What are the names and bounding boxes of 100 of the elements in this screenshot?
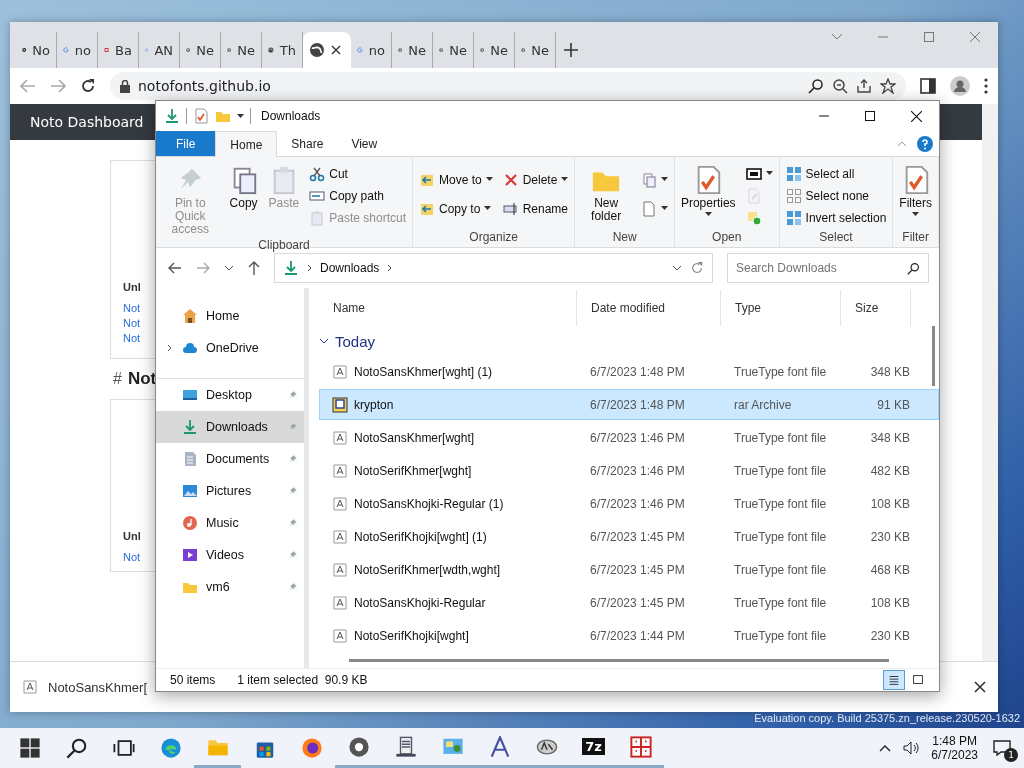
profile-icon[interactable] <box>950 76 970 96</box>
browser-tab[interactable]: Ne <box>474 32 515 68</box>
ribbon-button[interactable]: Rename <box>500 198 571 219</box>
ribbon-button[interactable]: Copy path <box>307 185 408 206</box>
site-brand[interactable]: Noto Dashboard <box>30 114 144 130</box>
browser-tab[interactable]: Ba <box>98 32 139 68</box>
ribbon-button[interactable]: Filters <box>897 163 934 219</box>
close-icon[interactable] <box>910 110 922 122</box>
link[interactable]: Not <box>123 302 141 314</box>
ribbon-tab[interactable]: Home <box>215 131 278 157</box>
nav-item[interactable]: Pictures <box>156 475 304 507</box>
maximize-icon[interactable] <box>865 111 875 121</box>
reload-icon[interactable] <box>80 78 96 94</box>
link[interactable]: Not <box>123 332 141 344</box>
clock[interactable]: 1:48 PM 6/7/2023 <box>931 734 978 762</box>
browser-tab[interactable]: Ne <box>221 32 262 68</box>
browser-tab[interactable] <box>303 32 351 68</box>
help-icon[interactable] <box>917 135 933 152</box>
ribbon-button[interactable]: New folder <box>579 163 633 225</box>
zoom-icon[interactable] <box>832 78 848 94</box>
file-row[interactable]: NotoSerifKhmer[wdth,wght] 6/7/2023 1:45 PM TrueType font file 468 KB <box>319 554 939 585</box>
ribbon-button[interactable]: Copy to <box>417 198 495 219</box>
link[interactable]: Not <box>123 317 141 329</box>
browser-tab[interactable]: Ne <box>180 32 221 68</box>
chevron-down-icon[interactable] <box>224 265 234 271</box>
speaker-icon[interactable] <box>903 741 920 755</box>
chevron-up-icon[interactable] <box>879 744 892 752</box>
file-row[interactable]: krypton 6/7/2023 1:48 PM rar Archive 91 KB <box>319 389 939 420</box>
view-button[interactable] <box>883 670 905 690</box>
star-icon[interactable] <box>880 78 896 94</box>
ribbon-icon <box>640 171 657 188</box>
nav-item[interactable]: Documents <box>156 443 304 475</box>
ribbon-tab[interactable]: Share <box>277 131 338 156</box>
anchor-link[interactable]: # <box>113 370 122 388</box>
ribbon-button[interactable]: Move to <box>417 169 495 190</box>
caret-icon <box>485 177 493 182</box>
nav-item[interactable]: Videos <box>156 539 304 571</box>
search-field[interactable]: Search Downloads <box>727 253 929 283</box>
browser-tab[interactable]: No <box>16 32 57 68</box>
ribbon-button[interactable]: Select none <box>783 185 889 206</box>
browser-tab[interactable]: no <box>351 32 392 68</box>
horizontal-scrollbar[interactable] <box>349 659 889 662</box>
refresh-icon[interactable] <box>690 261 704 275</box>
up-icon[interactable] <box>248 261 260 275</box>
search-icon[interactable] <box>808 78 824 94</box>
browser-tab[interactable]: Ne <box>433 32 474 68</box>
ribbon-button[interactable]: Select all <box>783 163 889 184</box>
address-bar[interactable]: notofonts.github.io <box>110 72 906 100</box>
scrollbar[interactable] <box>982 104 998 661</box>
ribbon-icon <box>640 200 657 217</box>
file-row[interactable]: NotoSerifKhojki[wght] (1) 6/7/2023 1:45 PM TrueType font file 230 KB <box>319 521 939 552</box>
dropdown-caret-icon <box>237 113 244 119</box>
nav-item[interactable]: OneDrive <box>156 332 304 364</box>
ribbon-button[interactable]: Properties <box>678 163 738 219</box>
nav-item[interactable]: vm6 <box>156 571 304 603</box>
file-row[interactable]: NotoSansKhojki-Regular (1) 6/7/2023 1:46 PM TrueType font file 108 KB <box>319 488 939 519</box>
ribbon-group-label: New <box>611 230 638 246</box>
ribbon-icon <box>785 165 802 182</box>
column-header[interactable]: Date modified <box>577 290 721 326</box>
download-filename[interactable]: NotoSansKhmer[ <box>48 679 147 695</box>
side-panel-icon[interactable] <box>920 78 936 94</box>
browser-tab[interactable]: AN <box>139 32 180 68</box>
file-row[interactable]: NotoSerifKhmer[wght] 6/7/2023 1:46 PM TrueType font file 482 KB <box>319 455 939 486</box>
close-icon[interactable] <box>974 681 986 693</box>
ribbon-button[interactable]: Copy <box>226 163 261 212</box>
browser-tab[interactable]: no <box>57 32 98 68</box>
ribbon-icon <box>309 165 326 182</box>
new-tab-icon[interactable] <box>564 43 578 57</box>
nav-item[interactable]: Home <box>156 300 304 332</box>
nav-item[interactable]: Downloads <box>156 411 304 443</box>
ribbon-tab[interactable]: File <box>156 131 216 156</box>
chevron-down-icon[interactable] <box>672 265 682 271</box>
file-row[interactable]: NotoSansKhmer[wght] 6/7/2023 1:46 PM TrueType font file 348 KB <box>319 422 939 453</box>
share-icon[interactable] <box>856 78 872 94</box>
ribbon-button[interactable]: Cut <box>307 163 408 184</box>
column-header[interactable]: Size <box>841 290 911 326</box>
browser-tab[interactable]: Ne <box>392 32 433 68</box>
breadcrumb[interactable]: Downloads <box>320 261 380 275</box>
file-row[interactable]: NotoSerifKhojki[wght] 6/7/2023 1:44 PM TrueType font file 230 KB <box>319 620 939 651</box>
vertical-scrollbar[interactable] <box>932 326 935 386</box>
nav-item[interactable]: Music <box>156 507 304 539</box>
close-icon[interactable] <box>331 45 341 55</box>
file-row[interactable]: NotoSansKhmer[wght] (1) 6/7/2023 1:48 PM TrueType font file 348 KB <box>319 356 939 387</box>
file-row[interactable]: NotoSansKhojki-Regular 6/7/2023 1:45 PM TrueType font file 108 KB <box>319 587 939 618</box>
taskbar-app[interactable]: 7z <box>570 728 617 768</box>
expand-chevron-icon[interactable] <box>166 344 172 352</box>
ribbon-button[interactable]: Invert selection <box>783 207 889 228</box>
ribbon-button[interactable]: Delete <box>500 169 571 190</box>
address-field[interactable]: Downloads <box>274 253 713 283</box>
menu-icon[interactable] <box>984 78 988 94</box>
group-header[interactable]: Today <box>335 332 376 350</box>
column-header[interactable]: Name <box>319 290 577 326</box>
chevron-down-icon[interactable] <box>831 33 843 41</box>
collapse-chevron-icon[interactable] <box>319 338 329 344</box>
browser-tab[interactable]: Ne <box>515 32 556 68</box>
column-header[interactable]: Type <box>721 290 841 326</box>
back-icon[interactable] <box>168 262 182 274</box>
ribbon-tab[interactable]: View <box>337 131 392 156</box>
link[interactable]: Not <box>123 551 141 563</box>
ribbon-icon <box>309 209 326 226</box>
